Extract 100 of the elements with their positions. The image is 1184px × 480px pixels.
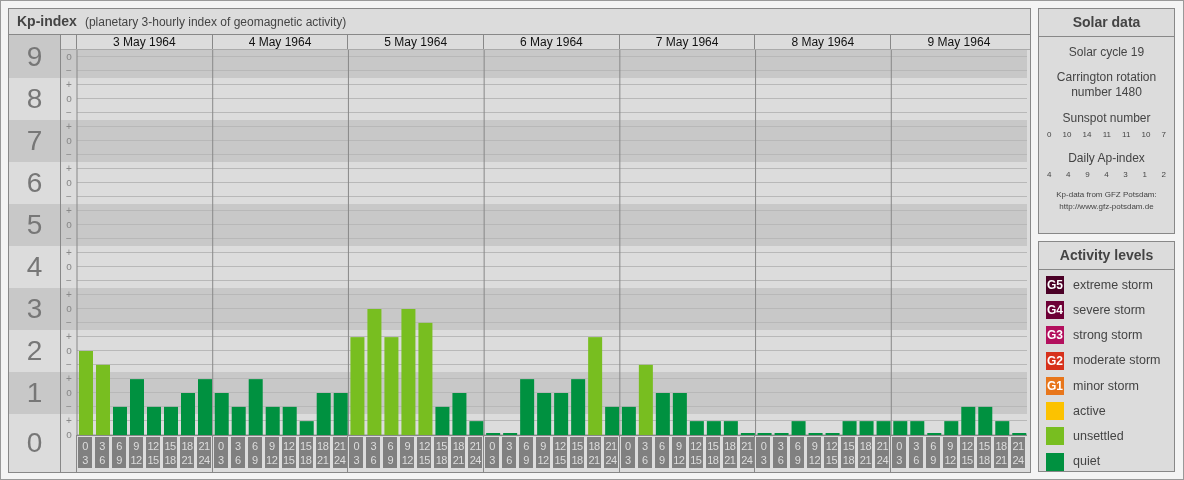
kp-bar — [469, 421, 484, 435]
time-range-label: 18 21 — [994, 437, 1009, 468]
kp-bar — [961, 406, 976, 435]
time-range-label: 3 6 — [502, 437, 517, 468]
time-range-label: 12 15 — [553, 437, 568, 468]
kp-level-label: 8 — [26, 85, 43, 113]
time-range-label: 6 9 — [790, 437, 805, 468]
time-range-label: 3 6 — [909, 437, 924, 468]
solar-cycle-text: Solar cycle 19 — [1068, 44, 1145, 61]
kp-bar — [655, 393, 670, 435]
sunspot-value: 10 — [1062, 129, 1072, 141]
time-range-label: 18 21 — [315, 437, 330, 468]
ap-index-value: 3 — [1123, 169, 1128, 181]
level-label: severe storm — [1073, 301, 1146, 319]
sunspot-value: 0 — [1047, 129, 1052, 141]
level-label: moderate storm — [1073, 352, 1161, 370]
sublevel-mark: + — [66, 121, 72, 132]
time-range-label: 0 3 — [349, 437, 364, 468]
sublevel-mark: − — [66, 401, 72, 412]
ap-index-value: 4 — [1066, 169, 1071, 181]
time-range-label: 0 3 — [756, 437, 771, 468]
time-range-label: 15 18 — [570, 437, 585, 468]
sublevel-mark: − — [66, 149, 72, 160]
sublevel-mark: o — [66, 429, 72, 440]
date-label: 8 May 1964 — [791, 36, 855, 48]
time-range-label: 18 21 — [858, 437, 873, 468]
kp-bar — [706, 421, 721, 435]
sunspot-value: 11 — [1102, 129, 1111, 141]
time-range-label: 12 15 — [146, 437, 160, 468]
kp-bar — [893, 421, 908, 435]
ap-index-value: 1 — [1142, 169, 1147, 181]
time-range-label: 12 15 — [824, 437, 839, 468]
level-label: quiet — [1073, 453, 1101, 471]
time-range-label: 6 9 — [519, 437, 534, 468]
sunspot-value: 11 — [1122, 129, 1131, 141]
sunspot-label: Sunspot number — [1062, 110, 1151, 127]
time-range-label: 21 24 — [1011, 437, 1026, 468]
sunspot-value: 7 — [1161, 129, 1166, 141]
sublevel-mark: o — [66, 345, 72, 356]
time-range-label: 3 6 — [95, 437, 109, 468]
time-range-label: 9 12 — [671, 437, 686, 468]
level-badge: G1 — [1046, 376, 1064, 395]
kp-bar — [147, 406, 161, 435]
kp-bar — [537, 393, 552, 435]
kp-bar — [435, 406, 450, 435]
sublevel-mark: + — [66, 163, 72, 174]
time-range-label: 15 18 — [841, 437, 856, 468]
kp-bar — [859, 421, 874, 435]
carrington-rotation-text: Carrington rotation number 1480 — [1055, 70, 1158, 100]
time-range-label: 9 12 — [536, 437, 551, 468]
time-range-label: 0 3 — [78, 437, 92, 468]
sunspot-value: 10 — [1141, 129, 1151, 141]
level-label: extreme storm — [1073, 276, 1153, 294]
time-range-label: 15 18 — [434, 437, 449, 468]
kp-bar — [995, 421, 1010, 435]
kp-bar — [181, 393, 195, 435]
kp-bar — [605, 406, 620, 435]
sublevel-mark: + — [66, 331, 72, 342]
kp-level-label: 1 — [26, 379, 43, 407]
chart-subtitle: (planetary 3-hourly index of geomagnetic activity) — [84, 13, 347, 31]
kp-bar — [214, 393, 229, 435]
time-range-label: 0 3 — [620, 437, 635, 468]
kp-level-label: 5 — [26, 211, 43, 239]
time-range-label: 12 15 — [688, 437, 703, 468]
time-range-label: 15 18 — [163, 437, 177, 468]
time-range-label: 9 12 — [264, 437, 279, 468]
sublevel-mark: o — [66, 261, 72, 272]
time-range-label: 15 18 — [705, 437, 720, 468]
time-range-label: 21 24 — [739, 437, 754, 468]
time-range-label: 12 15 — [417, 437, 432, 468]
kp-bar — [198, 379, 212, 435]
time-range-label: 9 12 — [129, 437, 143, 468]
date-label: 9 May 1964 — [927, 36, 991, 48]
time-range-label: 18 21 — [587, 437, 602, 468]
sublevel-mark: − — [66, 233, 72, 244]
kp-bar — [978, 406, 993, 435]
time-range-label: 6 9 — [112, 437, 126, 468]
sublevel-mark: o — [66, 177, 72, 188]
time-range-label: 21 24 — [197, 437, 211, 468]
sunspot-value: 14 — [1082, 129, 1092, 141]
time-range-label: 18 21 — [451, 437, 466, 468]
chart-title: Kp-index — [17, 12, 77, 31]
source-text: Kp-data from GFZ Potsdam: — [1056, 189, 1157, 201]
kp-level-label: 3 — [26, 295, 43, 323]
time-range-label: 21 24 — [604, 437, 619, 468]
time-range-label: 6 9 — [926, 437, 941, 468]
kp-level-label: 7 — [26, 127, 43, 155]
time-range-label: 9 12 — [400, 437, 415, 468]
date-label: 7 May 1964 — [655, 36, 719, 48]
level-badge: G3 — [1046, 326, 1064, 345]
time-range-label: 0 3 — [892, 437, 907, 468]
date-label: 3 May 1964 — [113, 36, 176, 48]
kp-bar — [452, 393, 467, 435]
time-range-label: 21 24 — [468, 437, 483, 468]
kp-level-label: 2 — [26, 337, 43, 365]
sublevel-mark: + — [66, 79, 72, 90]
source-link[interactable]: http://www.gfz-potsdam.de — [1059, 201, 1154, 213]
sublevel-mark: − — [66, 275, 72, 286]
date-label: 6 May 1964 — [520, 36, 583, 48]
kp-level-label: 9 — [26, 42, 43, 71]
